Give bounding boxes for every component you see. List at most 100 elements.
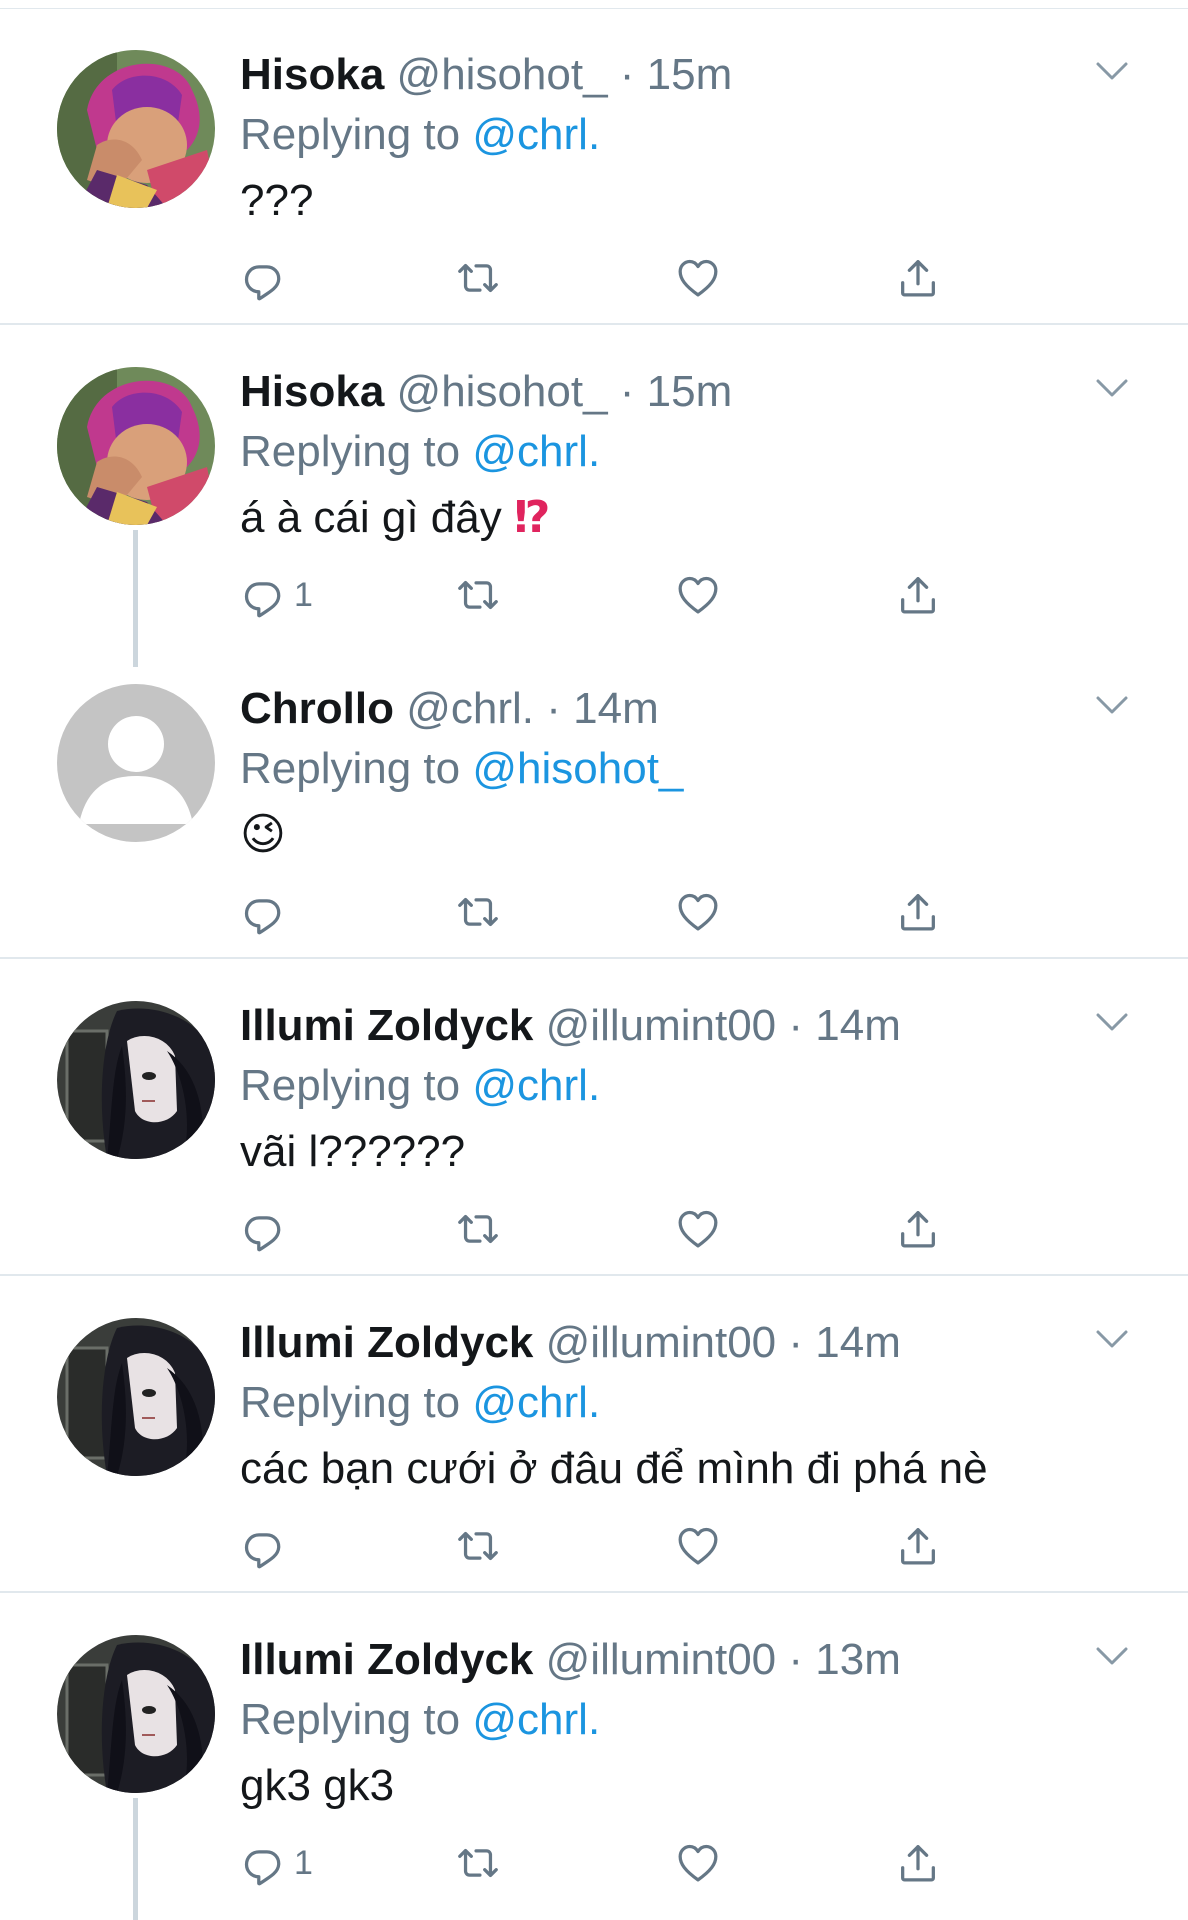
retweet-button[interactable] [455,887,501,937]
heart-icon [675,1523,721,1569]
share-icon [895,255,941,301]
mention-link[interactable]: @chrl. [472,1061,600,1110]
chevron-down-icon[interactable] [1092,375,1132,403]
like-button[interactable] [675,887,721,937]
reply-button[interactable] [240,1204,294,1254]
tweet-text: các bạn cưới ở đâu để mình đi phá nè [240,1444,988,1493]
share-icon [895,1523,941,1569]
separator: · [776,1318,816,1367]
timestamp[interactable]: 14m [815,1318,901,1367]
handle[interactable]: @hisohot_ [397,50,608,99]
reply-icon [240,1523,286,1569]
handle[interactable]: @hisohot_ [397,367,608,416]
tweet[interactable]: Hisoka @hisohot_ · 15m Replying to @chrl… [0,8,1188,325]
replying-to: Replying to @chrl. [240,1693,600,1747]
timestamp[interactable]: 13m [815,1635,901,1684]
reply-button[interactable]: 1 [240,1838,313,1888]
reply-icon [240,1206,286,1252]
share-button[interactable] [895,253,941,303]
display-name[interactable]: Illumi Zoldyck [240,1635,533,1684]
display-name[interactable]: Hisoka [240,50,384,99]
heart-icon [675,889,721,935]
share-button[interactable] [895,570,941,620]
reply-button[interactable] [240,1521,294,1571]
replying-label: Replying to [240,427,461,476]
share-button[interactable] [895,887,941,937]
replying-to: Replying to @chrl. [240,108,600,162]
display-name[interactable]: Illumi Zoldyck [240,1318,533,1367]
avatar[interactable] [57,1001,215,1159]
avatar[interactable] [57,1635,215,1793]
mention-link[interactable]: @chrl. [472,110,600,159]
reply-icon [240,889,286,935]
avatar[interactable] [57,50,215,208]
retweet-button[interactable] [455,1838,501,1888]
share-icon [895,572,941,618]
display-name[interactable]: Illumi Zoldyck [240,1001,533,1050]
chevron-down-icon[interactable] [1092,1643,1132,1671]
heart-icon [675,1840,721,1886]
separator: · [607,50,647,99]
tweet-text-container: á à cái gì đây ⁉ [240,490,550,546]
mention-link[interactable]: @chrl. [472,427,600,476]
handle[interactable]: @illumint00 [546,1635,777,1684]
chevron-down-icon[interactable] [1092,1326,1132,1354]
timestamp[interactable]: 14m [815,1001,901,1050]
retweet-icon [455,1523,501,1569]
reply-button[interactable] [240,253,294,303]
reply-button[interactable] [240,887,294,937]
share-button[interactable] [895,1521,941,1571]
timestamp[interactable]: 15m [647,50,733,99]
timestamp[interactable]: 14m [573,684,659,733]
avatar[interactable] [57,684,215,842]
reply-count: 1 [294,575,313,614]
share-icon [895,1840,941,1886]
tweet-text: á à cái gì đây [240,493,502,542]
separator: · [776,1635,816,1684]
retweet-icon [455,889,501,935]
heart-icon [675,255,721,301]
tweet-text: vãi l?????? [240,1127,466,1176]
handle[interactable]: @illumint00 [546,1318,777,1367]
chevron-down-icon[interactable] [1092,1009,1132,1037]
illumi-avatar-image [57,1318,215,1476]
retweet-button[interactable] [455,253,501,303]
like-button[interactable] [675,1838,721,1888]
mention-link[interactable]: @chrl. [472,1695,600,1744]
reply-icon [240,572,286,618]
illumi-avatar-image [57,1635,215,1793]
share-button[interactable] [895,1838,941,1888]
avatar[interactable] [57,1318,215,1476]
separator: · [607,367,647,416]
like-button[interactable] [675,1521,721,1571]
retweet-button[interactable] [455,1204,501,1254]
tweet[interactable]: Chrollo @chrl. · 14m Replying to @hisoho… [0,642,1188,959]
tweet[interactable]: Hisoka @hisohot_ · 15m Replying to @chrl… [0,325,1188,667]
share-button[interactable] [895,1204,941,1254]
reply-icon [240,255,286,301]
like-button[interactable] [675,1204,721,1254]
tweet[interactable]: Illumi Zoldyck @illumint00 · 14m Replyin… [0,959,1188,1276]
retweet-button[interactable] [455,570,501,620]
chevron-down-icon[interactable] [1092,58,1132,86]
tweet[interactable]: Illumi Zoldyck @illumint00 · 14m Replyin… [0,1276,1188,1593]
retweet-button[interactable] [455,1521,501,1571]
like-button[interactable] [675,253,721,303]
default-avatar-image [57,684,215,842]
mention-link[interactable]: @hisohot_ [472,744,683,793]
replying-to: Replying to @chrl. [240,425,600,479]
retweet-icon [455,1206,501,1252]
chevron-down-icon[interactable] [1092,692,1132,720]
retweet-icon [455,255,501,301]
separator: · [776,1001,816,1050]
timestamp[interactable]: 15m [647,367,733,416]
handle[interactable]: @illumint00 [546,1001,777,1050]
mention-link[interactable]: @chrl. [472,1378,600,1427]
avatar[interactable] [57,367,215,525]
handle[interactable]: @chrl. [406,684,534,733]
reply-button[interactable]: 1 [240,570,313,620]
tweet[interactable]: Illumi Zoldyck @illumint00 · 13m Replyin… [0,1593,1188,1920]
display-name[interactable]: Hisoka [240,367,384,416]
like-button[interactable] [675,570,721,620]
display-name[interactable]: Chrollo [240,684,394,733]
